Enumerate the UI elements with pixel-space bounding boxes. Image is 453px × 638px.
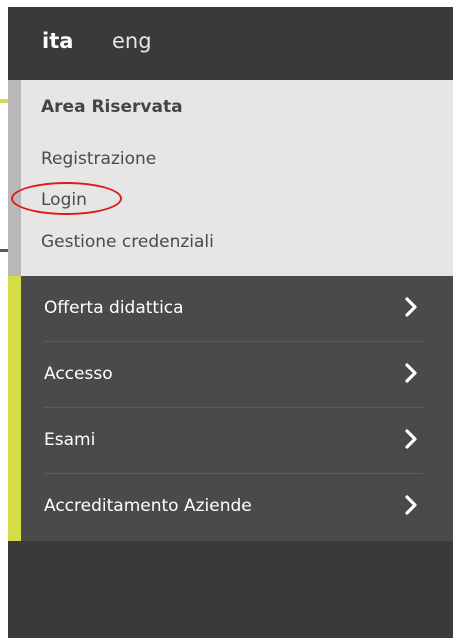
menu-item-label: Accesso	[44, 364, 113, 384]
reserved-area-title: Area Riservata	[41, 97, 183, 117]
language-eng[interactable]: eng	[112, 29, 152, 53]
login-highlight-circle	[11, 182, 122, 215]
gestione-credenziali-link[interactable]: Gestione credenziali	[41, 232, 214, 252]
main-menu: Offerta didattica Accesso Esami Accredit…	[8, 276, 453, 541]
reserved-area-edge	[8, 80, 21, 276]
language-ita[interactable]: ita	[42, 29, 73, 53]
language-bar: ita eng	[8, 7, 453, 80]
menu-item-esami[interactable]: Esami	[21, 408, 441, 474]
strip-accent	[0, 99, 8, 103]
chevron-right-icon	[405, 429, 417, 449]
menu-item-label: Esami	[44, 430, 96, 450]
reserved-area: Area Riservata Registrazione Login Gesti…	[8, 80, 453, 276]
menu-item-accesso[interactable]: Accesso	[21, 342, 441, 408]
left-strip	[0, 7, 8, 638]
menu-item-accreditamento-aziende[interactable]: Accreditamento Aziende	[21, 474, 441, 540]
menu-accent-bar	[8, 276, 21, 541]
menu-item-label: Offerta didattica	[44, 298, 184, 318]
chevron-right-icon	[405, 363, 417, 383]
chevron-right-icon	[405, 495, 417, 515]
side-menu-panel: ita eng Area Riservata Registrazione Log…	[8, 7, 453, 638]
menu-item-label: Accreditamento Aziende	[44, 496, 252, 516]
chevron-right-icon	[405, 297, 417, 317]
registrazione-link[interactable]: Registrazione	[41, 149, 156, 169]
menu-item-offerta-didattica[interactable]: Offerta didattica	[21, 276, 441, 342]
strip-divider	[0, 249, 8, 252]
